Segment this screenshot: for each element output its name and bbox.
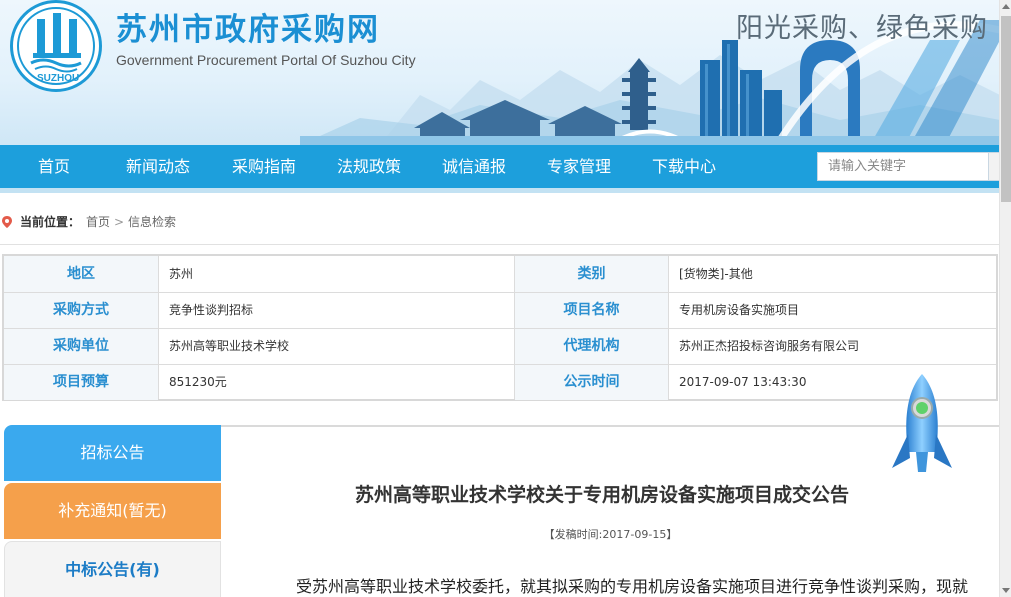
publish-date: 【发稿时间:2017-09-15】 [221, 526, 1000, 542]
table-label-project-name: 项目名称 [515, 292, 668, 328]
nav-item-news[interactable]: 新闻动态 [126, 145, 190, 188]
table-value-method: 竞争性谈判招标 [169, 303, 254, 317]
nav-item-credit[interactable]: 诚信通报 [442, 145, 506, 188]
search-input[interactable]: 请输入关键字 [817, 152, 989, 181]
site-title[interactable]: 苏州市政府采购网 [116, 4, 380, 49]
table-label-agency: 代理机构 [515, 328, 668, 364]
table-label-category: 类别 [515, 256, 668, 292]
table-label-purchaser: 采购单位 [4, 328, 158, 364]
publish-date-end: 】 [666, 528, 678, 541]
table-value-purchaser: 苏州高等职业技术学校 [169, 339, 290, 353]
table-value-region: 苏州 [169, 267, 194, 281]
article-body: 受苏州高等职业技术学校委托，就其拟采购的专用机房设备实施项目进行竞争性谈判采购，… [296, 577, 969, 596]
project-info-table: 地区 苏州 类别 [货物类]-其他 采购方式 竞争性谈判招标 项目名称 专用机房… [2, 254, 998, 401]
table-label-publish-time: 公示时间 [515, 364, 668, 400]
breadcrumb-label: 当前位置： [20, 215, 81, 229]
breadcrumb-separator: > [114, 215, 125, 229]
tab-bid-announcement[interactable]: 招标公告 [4, 425, 221, 481]
nav-item-downloads[interactable]: 下载中心 [652, 145, 716, 188]
scroll-down-arrow-icon[interactable] [1000, 583, 1011, 597]
table-label-region: 地区 [4, 256, 158, 292]
table-label-budget: 项目预算 [4, 364, 158, 400]
site-subtitle: Government Procurement Portal Of Suzhou … [116, 52, 416, 68]
scrollbar-thumb[interactable] [1001, 16, 1011, 202]
nav-item-home[interactable]: 首页 [38, 145, 70, 188]
back-to-top-rocket-icon[interactable] [888, 372, 956, 476]
divider [0, 244, 1000, 245]
nav-underline [0, 188, 1000, 193]
table-label-method: 采购方式 [4, 292, 158, 328]
table-value-budget: 851230元 [169, 375, 227, 389]
publish-date-value: 2017-09-15 [602, 528, 667, 541]
article-panel [221, 425, 1000, 597]
nav-item-guide[interactable]: 采购指南 [232, 145, 296, 188]
table-divider [4, 364, 996, 365]
tab-supplementary-notice[interactable]: 补充通知(暂无) [4, 483, 221, 539]
logo-text: SUZHOU [37, 73, 80, 84]
nav-item-policy[interactable]: 法规政策 [337, 145, 401, 188]
table-value-project-name: 专用机房设备实施项目 [679, 303, 800, 317]
header-banner: SUZHOU 苏州市政府采购网 Government Procurement P… [0, 0, 1000, 145]
tab-award-announcement[interactable]: 中标公告(有) [4, 541, 221, 597]
publish-date-label: 【发稿时间: [543, 528, 603, 541]
vertical-scrollbar[interactable] [999, 0, 1011, 597]
breadcrumb-home-link[interactable]: 首页 [86, 210, 110, 234]
table-value-agency: 苏州正杰招投标咨询服务有限公司 [679, 339, 860, 353]
site-logo[interactable]: SUZHOU [10, 0, 102, 92]
slogan: 阳光采购、绿色采购 [736, 13, 988, 44]
article-title: 苏州高等职业技术学校关于专用机房设备实施项目成交公告 [354, 484, 849, 506]
table-divider [4, 328, 996, 329]
scroll-up-arrow-icon[interactable] [1000, 0, 1011, 14]
nav-item-experts[interactable]: 专家管理 [547, 145, 611, 188]
breadcrumb-current: 信息检索 [128, 215, 177, 229]
table-divider [4, 292, 996, 293]
location-pin-icon [2, 216, 12, 228]
table-value-category: [货物类]-其他 [679, 267, 753, 281]
